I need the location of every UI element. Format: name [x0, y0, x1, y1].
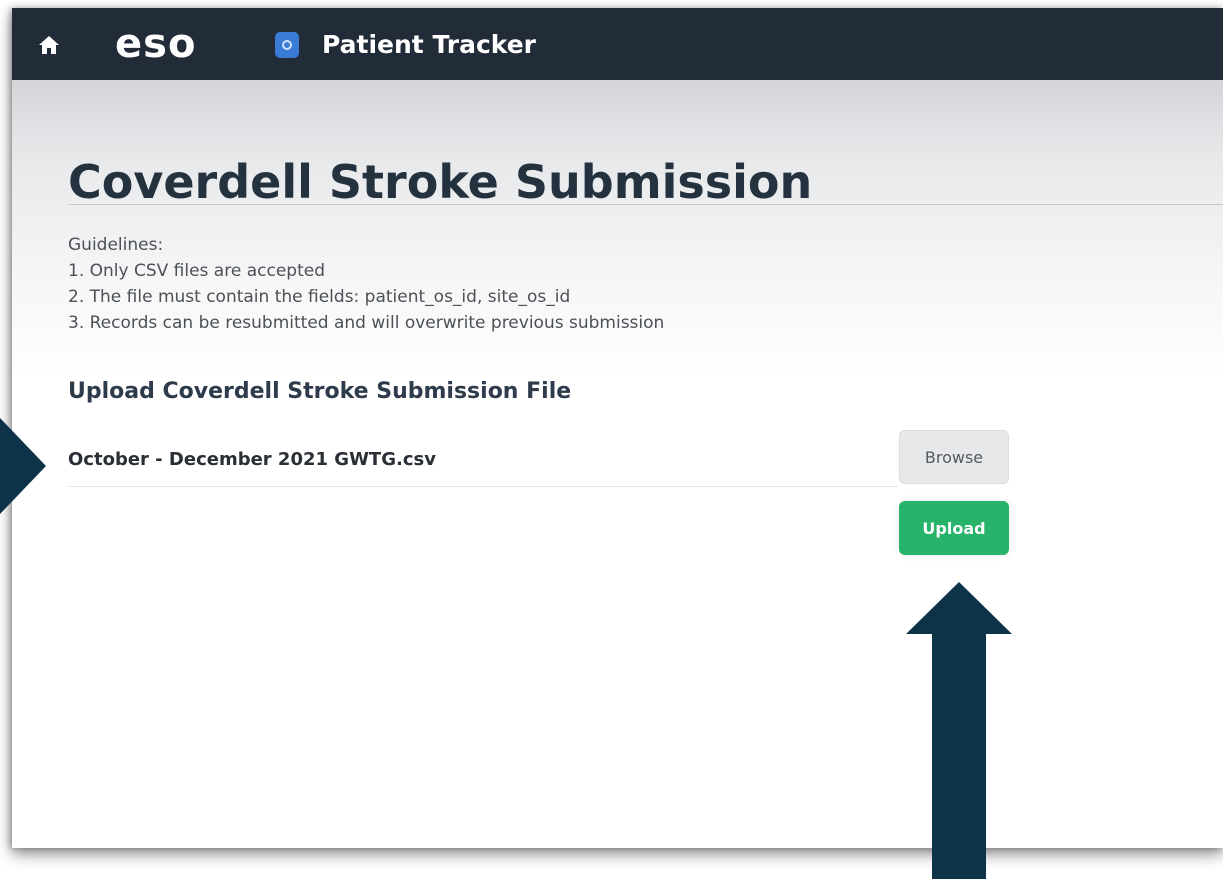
- app-window: eso Patient Tracker Coverdell Stroke Sub…: [12, 8, 1223, 848]
- guidelines-heading: Guidelines:: [68, 235, 164, 255]
- upload-button[interactable]: Upload: [899, 501, 1009, 555]
- guideline-item: 3. Records can be resubmitted and will o…: [68, 313, 665, 333]
- arrow-up-pointer-icon: [906, 582, 1012, 879]
- guideline-item: 2. The file must contain the fields: pat…: [68, 287, 571, 307]
- app-title[interactable]: Patient Tracker: [322, 28, 536, 62]
- guidelines-block: Guidelines: 1. Only CSV files are accept…: [68, 232, 664, 336]
- title-divider: [68, 204, 1223, 205]
- page-title: Coverdell Stroke Submission: [68, 155, 813, 209]
- patient-tracker-app-icon: [275, 32, 299, 58]
- browse-button[interactable]: Browse: [899, 430, 1009, 484]
- guideline-item: 1. Only CSV files are accepted: [68, 261, 325, 281]
- selected-file-field[interactable]: October - December 2021 GWTG.csv: [68, 436, 898, 487]
- selected-file-name: October - December 2021 GWTG.csv: [68, 449, 436, 470]
- home-icon[interactable]: [38, 34, 60, 56]
- arrow-right-pointer-icon: [0, 418, 46, 514]
- upload-section-heading: Upload Coverdell Stroke Submission File: [68, 379, 572, 404]
- app-icon-glyph: [282, 40, 292, 50]
- eso-logo[interactable]: eso: [115, 18, 196, 70]
- main-content: Coverdell Stroke Submission Guidelines: …: [12, 80, 1223, 848]
- top-navigation-bar: eso Patient Tracker: [12, 8, 1223, 80]
- screenshot-stage: eso Patient Tracker Coverdell Stroke Sub…: [0, 0, 1223, 879]
